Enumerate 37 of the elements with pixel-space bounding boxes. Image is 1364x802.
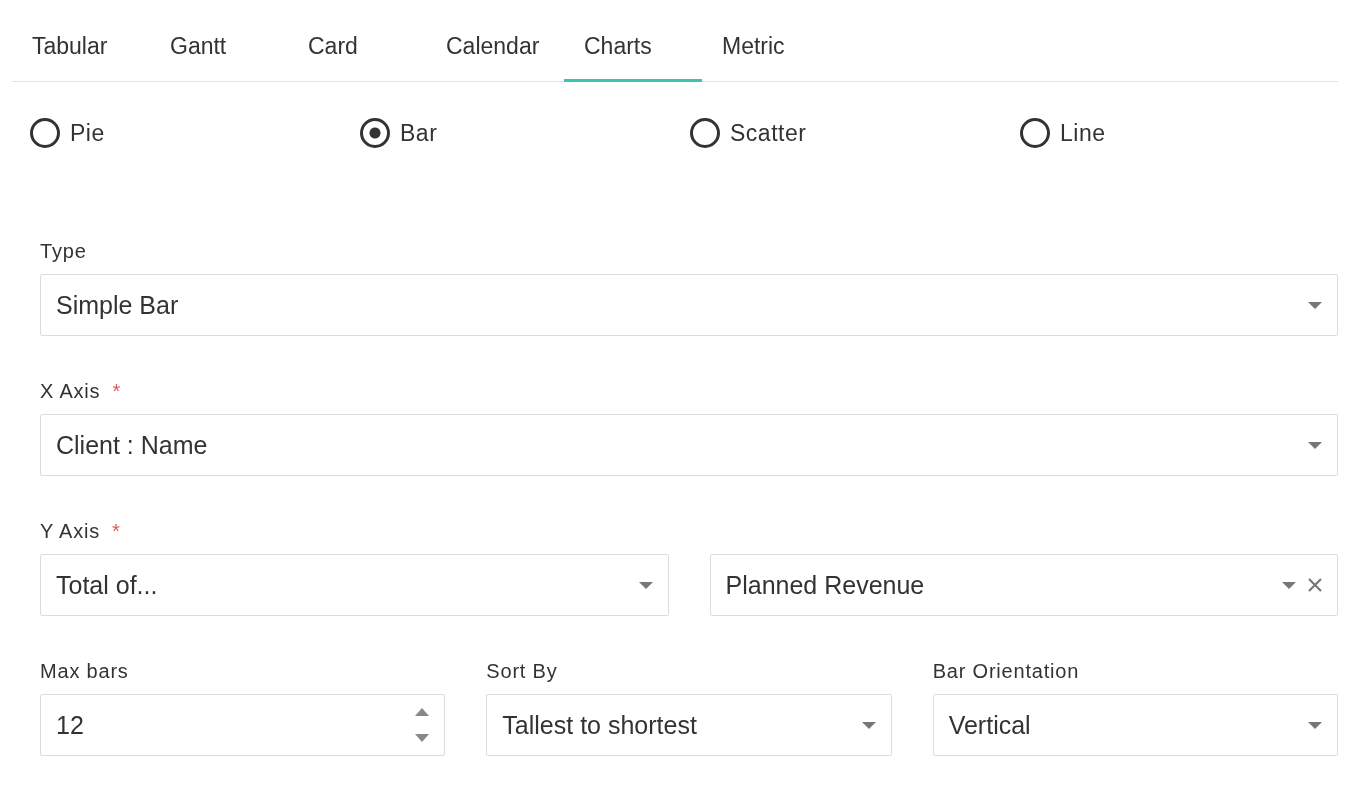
dropdown-field[interactable]: Total of... (40, 554, 669, 616)
field-label: Sort By (486, 660, 558, 683)
radio-button[interactable] (690, 118, 720, 148)
radio-label: Scatter (730, 119, 807, 147)
field-label: Bar Orientation (932, 660, 1080, 683)
number-field[interactable]: 12 (40, 694, 446, 756)
clear-icon[interactable] (1307, 577, 1323, 593)
field-label: Type (40, 240, 87, 263)
dropdown-field[interactable]: Planned Revenue (709, 554, 1338, 616)
caret-icon (1307, 300, 1323, 310)
radio-button[interactable] (360, 118, 390, 148)
field-label: Max bars (40, 660, 129, 683)
tab[interactable]: Metric (702, 14, 840, 82)
dropdown-field[interactable]: Simple Bar (40, 274, 1338, 336)
required-mark: * (112, 520, 120, 543)
tab[interactable]: Calendar (426, 14, 564, 82)
tab[interactable]: Gantt (150, 14, 288, 82)
caret-icon (1307, 440, 1323, 450)
tab[interactable]: Card (288, 14, 426, 82)
caret-icon (1281, 580, 1297, 590)
caret-icon (1307, 720, 1323, 730)
radio-button[interactable] (30, 118, 60, 148)
dropdown-field[interactable]: Tallest to shortest (486, 694, 892, 756)
radio-label: Pie (70, 119, 105, 147)
radio-button[interactable] (1020, 118, 1050, 148)
caret-icon (637, 580, 654, 590)
radio-label: Bar (400, 119, 438, 147)
field-label: Y Axis (40, 520, 100, 543)
caret-icon (860, 720, 877, 730)
tab[interactable]: Tabular (12, 14, 150, 82)
dropdown-field[interactable]: Vertical (932, 694, 1338, 756)
dropdown-field[interactable]: Client : Name (40, 414, 1338, 476)
tab[interactable]: Charts (564, 14, 702, 82)
required-mark: * (112, 380, 121, 403)
spinner-arrows-icon[interactable] (414, 706, 431, 744)
field-label: X Axis (40, 380, 101, 403)
radio-label: Line (1060, 119, 1106, 147)
